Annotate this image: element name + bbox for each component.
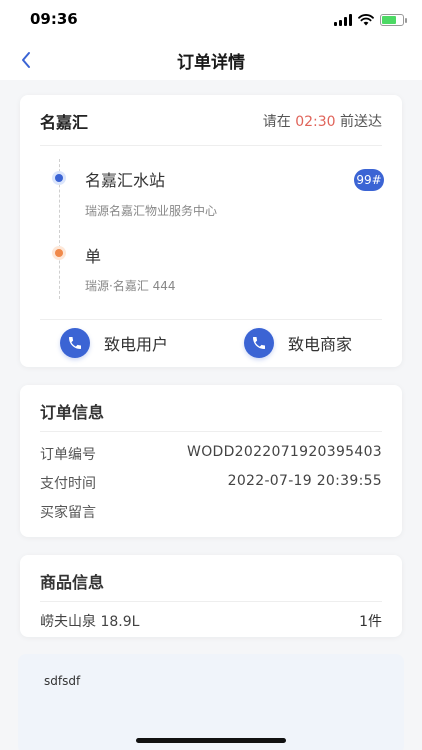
pickup-dot-icon xyxy=(52,171,66,185)
store-name: 名嘉汇 xyxy=(40,113,89,132)
goods-item-quantity: 1件 xyxy=(359,614,382,630)
buyer-note-label: 买家留言 xyxy=(40,505,96,521)
divider xyxy=(40,145,382,146)
wifi-icon xyxy=(358,14,374,26)
pay-time-label: 支付时间 xyxy=(40,476,96,492)
call-merchant-label: 致电商家 xyxy=(288,335,353,354)
call-user-label: 致电用户 xyxy=(104,335,169,354)
pickup-address: 瑞源名嘉汇物业服务中心 xyxy=(85,204,218,218)
delivery-deadline: 请在 02:30 前送达 xyxy=(263,111,382,131)
pickup-title: 名嘉汇水站 xyxy=(85,171,166,190)
note-text: sdfsdf xyxy=(44,674,81,688)
divider xyxy=(40,431,382,432)
deadline-suffix: 前送达 xyxy=(335,114,382,130)
call-user-button[interactable]: 致电用户 xyxy=(60,327,168,359)
goods-info-card: 商品信息 崂夫山泉 18.9L 1件 xyxy=(20,555,402,637)
order-info-title: 订单信息 xyxy=(40,403,105,422)
delivery-card: 名嘉汇 请在 02:30 前送达 名嘉汇水站 瑞源名嘉汇物业服务中心 99# 单… xyxy=(20,95,402,367)
dropoff-title: 单 xyxy=(85,247,102,266)
goods-item-name: 崂夫山泉 18.9L xyxy=(40,614,140,630)
pickup-badge: 99# xyxy=(354,169,384,191)
signal-icon xyxy=(334,14,352,26)
order-number-value: WODD2022071920395403 xyxy=(187,444,382,460)
phone-icon xyxy=(244,328,274,358)
status-time: 09:36 xyxy=(30,10,78,28)
dropoff-dot-icon xyxy=(52,246,66,260)
note-box: sdfsdf xyxy=(18,654,404,750)
page-title: 订单详情 xyxy=(177,53,245,73)
call-merchant-button[interactable]: 致电商家 xyxy=(244,327,352,359)
nav-bar: 订单详情 xyxy=(0,40,422,80)
deadline-prefix: 请在 xyxy=(262,114,296,130)
status-icons xyxy=(334,12,407,28)
order-number-label: 订单编号 xyxy=(40,447,96,463)
home-indicator[interactable] xyxy=(136,738,286,743)
status-bar: 09:36 xyxy=(0,0,422,40)
phone-icon xyxy=(60,328,90,358)
dropoff-address: 瑞源·名嘉汇 444 xyxy=(85,279,176,293)
order-info-card: 订单信息 订单编号 WODD2022071920395403 支付时间 2022… xyxy=(20,385,402,537)
pay-time-value: 2022-07-19 20:39:55 xyxy=(227,473,382,489)
divider xyxy=(40,601,382,602)
goods-info-title: 商品信息 xyxy=(40,573,105,592)
battery-icon xyxy=(380,14,407,26)
deadline-time: 02:30 xyxy=(295,114,336,130)
divider xyxy=(40,319,382,320)
